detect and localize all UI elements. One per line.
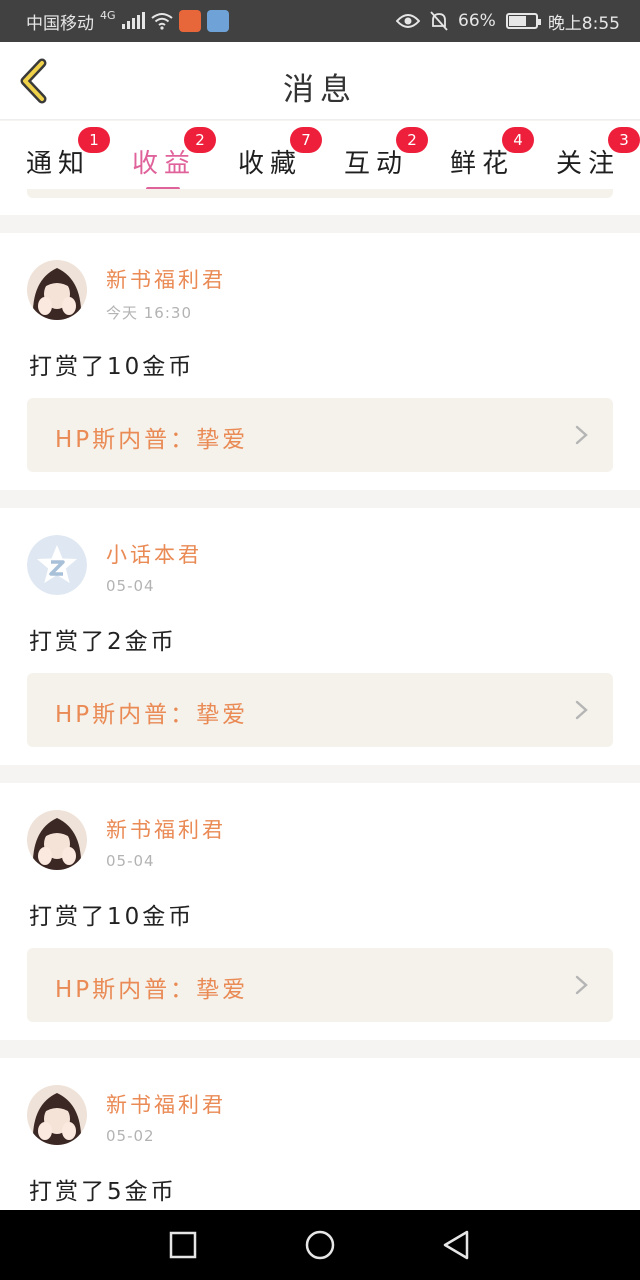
bell-muted-icon (430, 11, 448, 31)
book-link[interactable]: HP斯内普：挚爱 (27, 948, 613, 1022)
tab-badge: 3 (608, 127, 640, 153)
message-card: 新书福利君 05-04 打赏了10金币 HP斯内普：挚爱 (0, 783, 640, 1040)
message-text: 打赏了2金币 (29, 629, 177, 655)
sender-name[interactable]: 小话本君 (106, 539, 202, 569)
status-bar: 中国移动 4G 66% 晚上8:55 (0, 0, 640, 42)
avatar[interactable] (27, 535, 87, 595)
message-time: 05-02 (106, 1127, 155, 1145)
wifi-icon (150, 13, 173, 30)
chevron-right-icon (575, 425, 588, 445)
book-title: HP斯内普：挚爱 (55, 977, 249, 1003)
system-nav-bar (0, 1210, 640, 1280)
clock: 晚上8:55 (547, 13, 620, 34)
home-icon[interactable] (303, 1228, 337, 1262)
message-card: 小话本君 05-04 打赏了2金币 HP斯内普：挚爱 (0, 508, 640, 765)
tab-badge: 1 (78, 127, 110, 153)
previous-card-stub (0, 189, 640, 215)
eye-icon (396, 14, 421, 28)
message-card: 新书福利君 今天 16:30 打赏了10金币 HP斯内普：挚爱 (0, 233, 640, 490)
tab-badge: 2 (396, 127, 428, 153)
category-tabs: 通知 1 收益 2 收藏 7 互动 2 鲜花 4 关注 3 (0, 121, 640, 191)
chevron-right-icon (575, 700, 588, 720)
sender-name[interactable]: 新书福利君 (106, 1089, 226, 1119)
tab-favorites[interactable]: 收藏 7 (238, 127, 328, 183)
book-link[interactable]: HP斯内普：挚爱 (27, 398, 613, 472)
network-label: 4G (100, 8, 116, 22)
tab-following[interactable]: 关注 3 (556, 127, 640, 183)
avatar[interactable] (27, 810, 87, 870)
back-triangle-icon[interactable] (440, 1228, 474, 1262)
tab-flowers[interactable]: 鲜花 4 (450, 127, 540, 183)
tab-earnings[interactable]: 收益 2 (132, 127, 222, 191)
sender-name[interactable]: 新书福利君 (106, 264, 226, 294)
app-notification-icon (178, 10, 201, 32)
avatar[interactable] (27, 260, 87, 320)
message-time: 05-04 (106, 577, 155, 595)
message-card: 新书福利君 05-02 打赏了5金币 (0, 1058, 640, 1210)
message-time: 05-04 (106, 852, 155, 870)
carrier-label: 中国移动 (26, 13, 94, 34)
sender-name[interactable]: 新书福利君 (106, 814, 226, 844)
tab-badge: 7 (290, 127, 322, 153)
browser-notification-icon (206, 10, 229, 32)
page-title: 消息 (283, 72, 357, 108)
message-list[interactable]: 新书福利君 今天 16:30 打赏了10金币 HP斯内普：挚爱 小话本君 05-… (0, 189, 640, 1210)
book-title: HP斯内普：挚爱 (55, 427, 249, 453)
tab-badge: 4 (502, 127, 534, 153)
chevron-right-icon (575, 975, 588, 995)
battery-percent: 66% (458, 11, 496, 31)
book-title: HP斯内普：挚爱 (55, 702, 249, 728)
message-text: 打赏了5金币 (29, 1179, 177, 1205)
top-bar: 消息 (0, 42, 640, 120)
book-link[interactable]: HP斯内普：挚爱 (27, 673, 613, 747)
message-time: 今天 16:30 (106, 304, 192, 322)
avatar[interactable] (27, 1085, 87, 1145)
signal-icon (121, 12, 145, 29)
message-text: 打赏了10金币 (29, 354, 195, 380)
battery-icon (505, 13, 541, 29)
tab-badge: 2 (184, 127, 216, 153)
tab-interactions[interactable]: 互动 2 (344, 127, 434, 183)
message-text: 打赏了10金币 (29, 904, 195, 930)
tab-notifications[interactable]: 通知 1 (26, 127, 116, 183)
recent-apps-icon[interactable] (166, 1228, 200, 1262)
